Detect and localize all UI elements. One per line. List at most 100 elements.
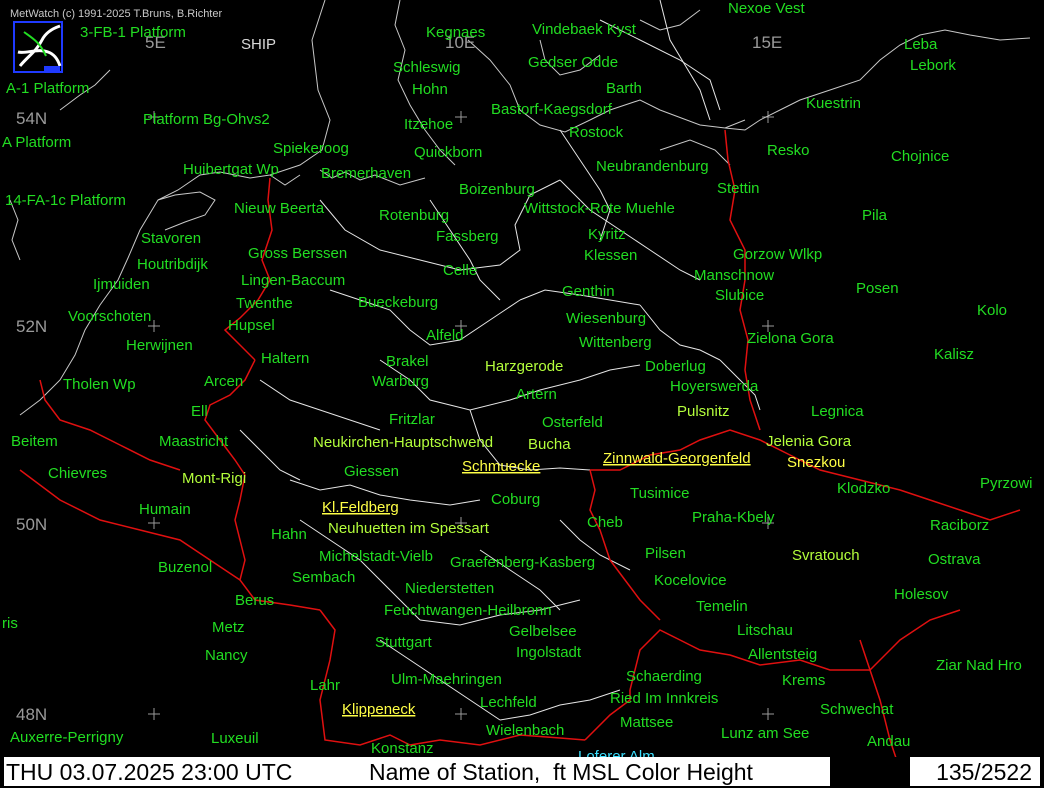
station-label: Michelstadt-Vielb <box>319 548 433 565</box>
station-label: Harzgerode <box>485 358 563 375</box>
station-label: Bastorf-Kaegsdorf <box>491 101 613 118</box>
station-label: Nexoe Vest <box>728 0 806 17</box>
station-label: Hoyerswerda <box>670 378 759 395</box>
station-label: Slubice <box>715 287 764 304</box>
station-label: ris <box>2 615 18 632</box>
station-label: Maastricht <box>159 433 229 450</box>
station-label: Fritzlar <box>389 411 435 428</box>
station-label: A-1 Platform <box>6 80 89 97</box>
station-label: Buzenol <box>158 559 212 576</box>
station-label: Jelenia Gora <box>766 433 852 450</box>
station-label: Lingen-Baccum <box>241 272 345 289</box>
station-label: Giessen <box>344 463 399 480</box>
station-label: Alfeld <box>426 327 464 344</box>
station-label: Tholen Wp <box>63 376 136 393</box>
station-label: Wiesenburg <box>566 310 646 327</box>
station-label: Herwijnen <box>126 337 193 354</box>
station-label: Celle <box>443 262 477 279</box>
station-label: Vindebaek Kyst <box>532 21 637 38</box>
station-label: Voorschoten <box>68 308 151 325</box>
station-label: Kalisz <box>934 346 974 363</box>
station-label: Resko <box>767 142 810 159</box>
station-label: Rostock <box>569 124 624 141</box>
station-label: Coburg <box>491 491 540 508</box>
lat-label-52n: 52N <box>16 317 47 336</box>
station-label: Gelbelsee <box>509 623 577 640</box>
station-label: Temelin <box>696 598 748 615</box>
station-label: Neukirchen-Hauptschwend <box>313 434 493 451</box>
station-label: Ingolstadt <box>516 644 582 661</box>
station-label: Luxeuil <box>211 730 259 747</box>
station-label: Praha-Kbely <box>692 509 775 526</box>
station-label: Doberlug <box>645 358 706 375</box>
station-label: Krems <box>782 672 825 689</box>
station-label: Berus <box>235 592 274 609</box>
station-label: Gross Berssen <box>248 245 347 262</box>
station-label: Barth <box>606 80 642 97</box>
station-label: Schleswig <box>393 59 461 76</box>
station-label: Arcen <box>204 373 243 390</box>
station-label: Hupsel <box>228 317 275 334</box>
station-label: Twenthe <box>236 295 293 312</box>
station-label: Lunz am See <box>721 725 809 742</box>
station-label: 14-FA-1c Platform <box>5 192 126 209</box>
station-label: Posen <box>856 280 899 297</box>
station-label: Hohn <box>412 81 448 98</box>
station-label: Houtribdijk <box>137 256 208 273</box>
station-label: Litschau <box>737 622 793 639</box>
station-label: Mattsee <box>620 714 673 731</box>
station-label: Nieuw Beerta <box>234 200 325 217</box>
station-label: Klodzko <box>837 480 890 497</box>
station-label: Tusimice <box>630 485 689 502</box>
station-label: Sembach <box>292 569 355 586</box>
station-label: Ziar Nad Hro <box>936 657 1022 674</box>
station-label: Chievres <box>48 465 107 482</box>
station-label: Quickborn <box>414 144 482 161</box>
station-label: Wielenbach <box>486 722 564 739</box>
station-label: Spiekeroog <box>273 140 349 157</box>
metwatch-logo[interactable] <box>13 21 63 73</box>
display-legend: Name of Station, ft MSL Color Height <box>369 759 753 785</box>
station-label: Snezkou <box>787 454 845 471</box>
station-counter: 135/2522 <box>936 759 1032 785</box>
station-label: Boizenburg <box>459 181 535 198</box>
station-label: A Platform <box>2 134 71 151</box>
station-label: Fassberg <box>436 228 499 245</box>
station-label: Nancy <box>205 647 248 664</box>
station-label: Pilsen <box>645 545 686 562</box>
station-label: Zinnwald-Georgenfeld <box>603 450 751 467</box>
station-label: Pila <box>862 207 888 224</box>
station-label: Allentsteig <box>748 646 817 663</box>
station-label: Manschnow <box>694 267 774 284</box>
station-label: Ijmuiden <box>93 276 150 293</box>
station-label: Raciborz <box>930 517 989 534</box>
station-map[interactable]: MetWatch (c) 1991-2025 T.Bruns, B.Richte… <box>0 0 1044 788</box>
station-label: Neuhuetten im Spessart <box>328 520 490 537</box>
station-label: Huibertgat Wp <box>183 161 279 178</box>
station-label: Pulsnitz <box>677 403 730 420</box>
station-label: Neubrandenburg <box>596 158 709 175</box>
station-label: Chojnice <box>891 148 949 165</box>
station-label: Genthin <box>562 283 615 300</box>
station-label: Beitem <box>11 433 58 450</box>
station-label: Brakel <box>386 353 429 370</box>
station-label: Svratouch <box>792 547 860 564</box>
station-label: Holesov <box>894 586 949 603</box>
station-label: Metz <box>212 619 245 636</box>
copyright-text: MetWatch (c) 1991-2025 T.Bruns, B.Richte… <box>10 8 222 20</box>
station-label: Graefenberg-Kasberg <box>450 554 595 571</box>
ship-label: SHIP <box>241 36 276 53</box>
station-label: Hahn <box>271 526 307 543</box>
station-label: Itzehoe <box>404 116 453 133</box>
station-label: Cheb <box>587 514 623 531</box>
station-label: Humain <box>139 501 191 518</box>
station-label: Pyrzowi <box>980 475 1033 492</box>
station-label: Lechfeld <box>480 694 537 711</box>
station-label: Wittstock-Rote Muehle <box>524 200 675 217</box>
station-label: Kegnaes <box>426 24 485 41</box>
station-label: Schmuecke <box>462 458 540 475</box>
station-label: Mont-Rigi <box>182 470 246 487</box>
status-bar: THU 03.07.2025 23:00 UTC Name of Station… <box>4 757 1040 786</box>
station-label: Klessen <box>584 247 637 264</box>
station-label: Osterfeld <box>542 414 603 431</box>
